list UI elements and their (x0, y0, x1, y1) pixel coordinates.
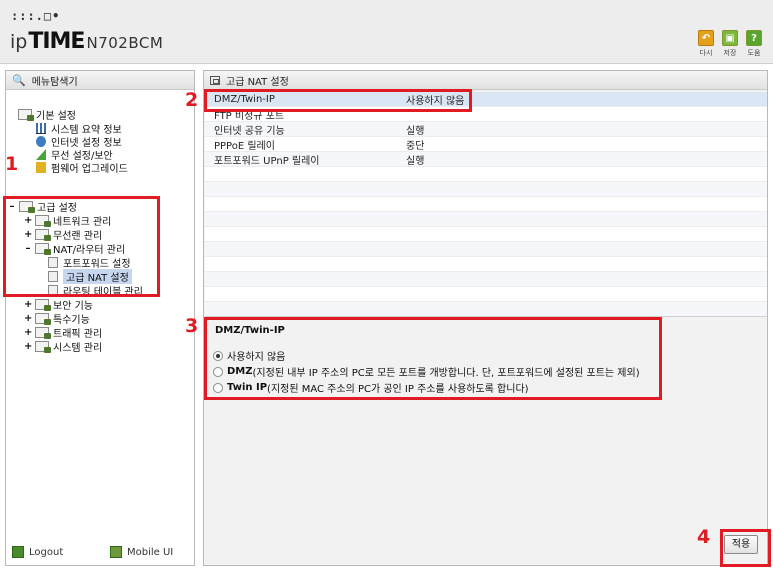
sidebar-item-traffic[interactable]: + 트래픽 관리 (24, 326, 103, 340)
empty-row (205, 227, 767, 242)
annotation-number-4: 4 (697, 526, 711, 548)
sidebar-item-firmware-upgrade[interactable]: 펌웨어 업그레이드 (36, 161, 128, 175)
empty-row (205, 272, 767, 287)
annotation-box-4 (720, 529, 771, 567)
sidebar-item-label: 트래픽 관리 (53, 329, 103, 340)
logo-time: TIME (28, 29, 85, 54)
bar-chart-icon (36, 123, 46, 134)
expand-toggle-icon: + (24, 327, 33, 338)
help-icon: ? (746, 30, 762, 46)
magnifier-icon: 🔍 (12, 73, 26, 87)
brand-logo: ip TIME N702BCM (10, 29, 164, 54)
sidebar-item-label: 특수기능 (53, 315, 90, 326)
empty-row (205, 182, 767, 197)
folder-icon (18, 109, 34, 121)
sidebar-footer: Logout Mobile UI (6, 539, 194, 565)
row-value: 중단 (406, 140, 425, 152)
save-icon: ▣ (722, 30, 738, 46)
logout-label: Logout (29, 546, 64, 558)
logo-ip: ip (10, 31, 28, 53)
refresh-button[interactable]: ↶ 다시 (696, 30, 716, 58)
mobile-icon (110, 546, 122, 558)
folder-icon (35, 341, 51, 353)
folder-icon (35, 327, 51, 339)
empty-row (205, 287, 767, 302)
empty-row (205, 302, 767, 317)
row-name: 인터넷 공유 기능 (214, 125, 285, 137)
expand-toggle-icon: + (24, 341, 33, 352)
help-button[interactable]: ? 도움 (744, 30, 764, 58)
menu-explorer-panel: 🔍 메뉴탐색기 기본 설정 시스템 요약 정보 인터넷 설정 정보 무선 설정/… (5, 70, 195, 566)
sidebar-item-special[interactable]: + 특수기능 (24, 312, 90, 326)
sidebar-item-security[interactable]: + 보안 기능 (24, 298, 93, 312)
row-value: 실행 (406, 125, 425, 137)
tree-basic-settings[interactable]: 기본 설정 (18, 108, 76, 122)
logout-icon (12, 546, 24, 558)
logout-button[interactable]: Logout (12, 546, 63, 558)
page-title: 고급 NAT 설정 (226, 76, 289, 88)
annotation-box-2 (204, 89, 472, 112)
sidebar-item-label: 보안 기능 (53, 301, 93, 312)
header-bar: :::.□• ip TIME N702BCM ↶ 다시 ▣ 저장 ? 도움 (0, 0, 773, 64)
empty-row (205, 167, 767, 182)
row-name: 포트포워드 UPnP 릴레이 (214, 155, 320, 167)
menu-explorer-header: 🔍 메뉴탐색기 (6, 71, 194, 90)
expand-toggle-icon: + (24, 313, 33, 324)
sidebar-item-label: 펌웨어 업그레이드 (51, 164, 128, 175)
folder-icon (35, 299, 51, 311)
row-value: 실행 (406, 155, 425, 167)
refresh-label: 다시 (699, 49, 713, 57)
empty-row (205, 257, 767, 272)
table-row[interactable]: 인터넷 공유 기능 실행 (205, 122, 767, 137)
annotation-number-2: 2 (185, 89, 199, 111)
wireless-icon (36, 149, 46, 160)
globe-icon (36, 136, 46, 147)
annotation-box-1 (3, 196, 160, 297)
save-label: 저장 (723, 49, 737, 57)
annotation-box-3 (204, 317, 662, 400)
content-header: 고급 NAT 설정 (204, 71, 767, 90)
table-row[interactable]: PPPoE 릴레이 중단 (205, 137, 767, 152)
expand-toggle-icon: + (24, 299, 33, 310)
save-button[interactable]: ▣ 저장 (720, 30, 740, 58)
model-name: N702BCM (86, 34, 164, 52)
refresh-icon: ↶ (698, 30, 714, 46)
help-label: 도움 (747, 49, 761, 57)
table-row[interactable]: 포트포워드 UPnP 릴레이 실행 (205, 152, 767, 167)
empty-row (205, 242, 767, 257)
empty-row (205, 197, 767, 212)
sidebar-item-system[interactable]: + 시스템 관리 (24, 340, 103, 354)
firmware-icon (36, 162, 46, 173)
mobile-ui-label: Mobile UI (127, 546, 174, 558)
mobile-ui-button[interactable]: Mobile UI (110, 546, 173, 558)
tree-basic-label: 기본 설정 (36, 111, 76, 122)
menu-explorer-title: 메뉴탐색기 (31, 76, 78, 88)
nat-settings-table: DMZ/Twin-IP 사용하지 않음 FTP 비정규 포트 인터넷 공유 기능… (205, 92, 767, 317)
window-icon (210, 75, 220, 85)
toolbar: ↶ 다시 ▣ 저장 ? 도움 (696, 30, 764, 58)
row-name: PPPoE 릴레이 (214, 140, 275, 152)
empty-row (205, 212, 767, 227)
sidebar-item-label: 시스템 관리 (53, 343, 103, 354)
annotation-number-1: 1 (5, 153, 19, 175)
annotation-number-3: 3 (185, 315, 199, 337)
logo-mark: :::.□• (11, 9, 61, 23)
folder-icon (35, 313, 51, 325)
